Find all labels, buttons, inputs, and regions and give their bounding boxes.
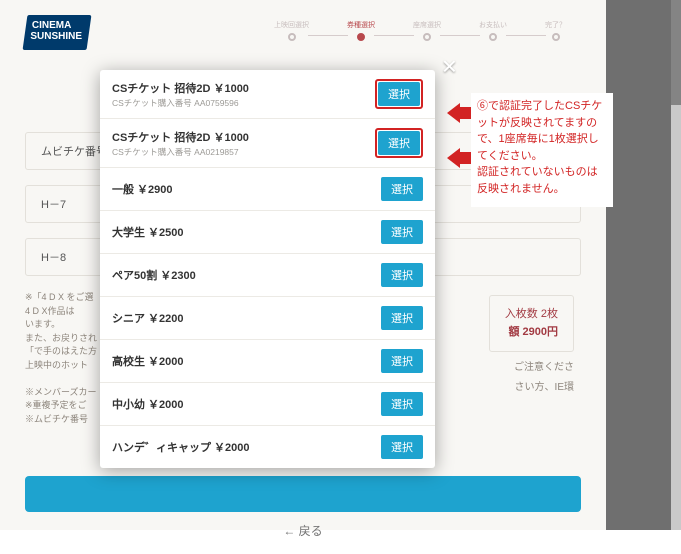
progress-stepper: 上映回選択 券種選択 座席選択 お支払い 完了？ (274, 20, 566, 41)
ticket-row: CSチケット 招待2D ￥1000CSチケット購入番号 AA0759596 選択 (100, 70, 435, 119)
ticket-row: CSチケット 招待2D ￥1000CSチケット購入番号 AA0219857 選択 (100, 119, 435, 168)
ticket-subtext: CSチケット購入番号 AA0219857 (112, 146, 249, 158)
ticket-subtext: CSチケット購入番号 AA0759596 (112, 97, 249, 109)
step-label-0: 上映回選択 (274, 20, 309, 30)
brand-logo: CINEMA SUNSHINE (23, 15, 92, 50)
step-line (308, 35, 348, 36)
select-button[interactable]: 選択 (381, 306, 423, 330)
scrollbar-track[interactable] (671, 0, 681, 530)
ticket-name: シニア ￥2200 (112, 310, 184, 326)
callout-arrow-2 (437, 148, 471, 168)
footnote-1: ご注意くださ (514, 358, 574, 373)
ticket-row: シニア ￥2200 選択 (100, 297, 435, 340)
select-button[interactable]: 選択 (378, 131, 420, 155)
select-button[interactable]: 選択 (378, 82, 420, 106)
ticket-name: ハンデ゛ィキャップ ￥2000 (112, 439, 250, 455)
ticket-name: CSチケット 招待2D ￥1000 (112, 129, 249, 145)
step-dot-2 (423, 33, 431, 41)
select-button[interactable]: 選択 (381, 220, 423, 244)
ticket-name: 高校生 ￥2000 (112, 353, 184, 369)
footnote-2: さい方、IE環 (515, 378, 574, 393)
select-button[interactable]: 選択 (381, 392, 423, 416)
select-button[interactable]: 選択 (381, 177, 423, 201)
ticket-name: ペア50割 ￥2300 (112, 267, 196, 283)
summary-price: 額 2900円 (505, 324, 558, 342)
highlighted-select: 選択 (375, 79, 423, 109)
step-label-4: 完了？ (545, 20, 566, 30)
logo-line2: SUNSHINE (30, 32, 82, 43)
ticket-row: 一般 ￥2900 選択 (100, 168, 435, 211)
ticket-row: ハンデ゛ィキャップ ￥2000 選択 (100, 426, 435, 468)
step-label-1: 券種選択 (347, 20, 375, 30)
ticket-row: 高校生 ￥2000 選択 (100, 340, 435, 383)
ticket-name: 一般 ￥2900 (112, 181, 173, 197)
select-button[interactable]: 選択 (381, 435, 423, 459)
step-dot-4 (552, 33, 560, 41)
step-line (506, 35, 546, 36)
step-line (374, 35, 414, 36)
close-icon[interactable]: ✕ (441, 55, 458, 80)
select-button[interactable]: 選択 (381, 349, 423, 373)
back-link[interactable]: ← 戻る (25, 522, 581, 539)
select-button[interactable]: 選択 (381, 263, 423, 287)
ticket-type-modal: ✕ CSチケット 招待2D ￥1000CSチケット購入番号 AA0759596選… (100, 70, 435, 468)
step-dot-3 (489, 33, 497, 41)
scrollbar-thumb[interactable] (671, 0, 681, 105)
callout-arrow-1 (437, 103, 471, 123)
ticket-row: ペア50割 ￥2300 選択 (100, 254, 435, 297)
ticket-name: 大学生 ￥2500 (112, 224, 184, 240)
ticket-row: 中小幼 ￥2000 選択 (100, 383, 435, 426)
primary-action-button[interactable] (25, 476, 581, 512)
highlighted-select: 選択 (375, 128, 423, 158)
step-dot-1 (357, 33, 365, 41)
step-label-2: 座席選択 (413, 20, 441, 30)
step-line (440, 35, 480, 36)
instruction-panel: ⑥で認証完了したCSチケットが反映されてますので、1座席毎に1枚選択してください… (471, 93, 613, 207)
browser-sidebar (606, 0, 681, 530)
summary-count: 入枚数 2枚 (505, 306, 558, 324)
logo-line1: CINEMA (32, 21, 84, 32)
step-dot-0 (288, 33, 296, 41)
step-label-3: お支払い (479, 20, 507, 30)
summary-box: 入枚数 2枚 額 2900円 (489, 295, 574, 352)
instruction-text: ⑥で認証完了したCSチケットが反映されてますので、1座席毎に1枚選択してください… (477, 100, 602, 195)
ticket-name: 中小幼 ￥2000 (112, 396, 184, 412)
ticket-name: CSチケット 招待2D ￥1000 (112, 80, 249, 96)
ticket-row: 大学生 ￥2500 選択 (100, 211, 435, 254)
